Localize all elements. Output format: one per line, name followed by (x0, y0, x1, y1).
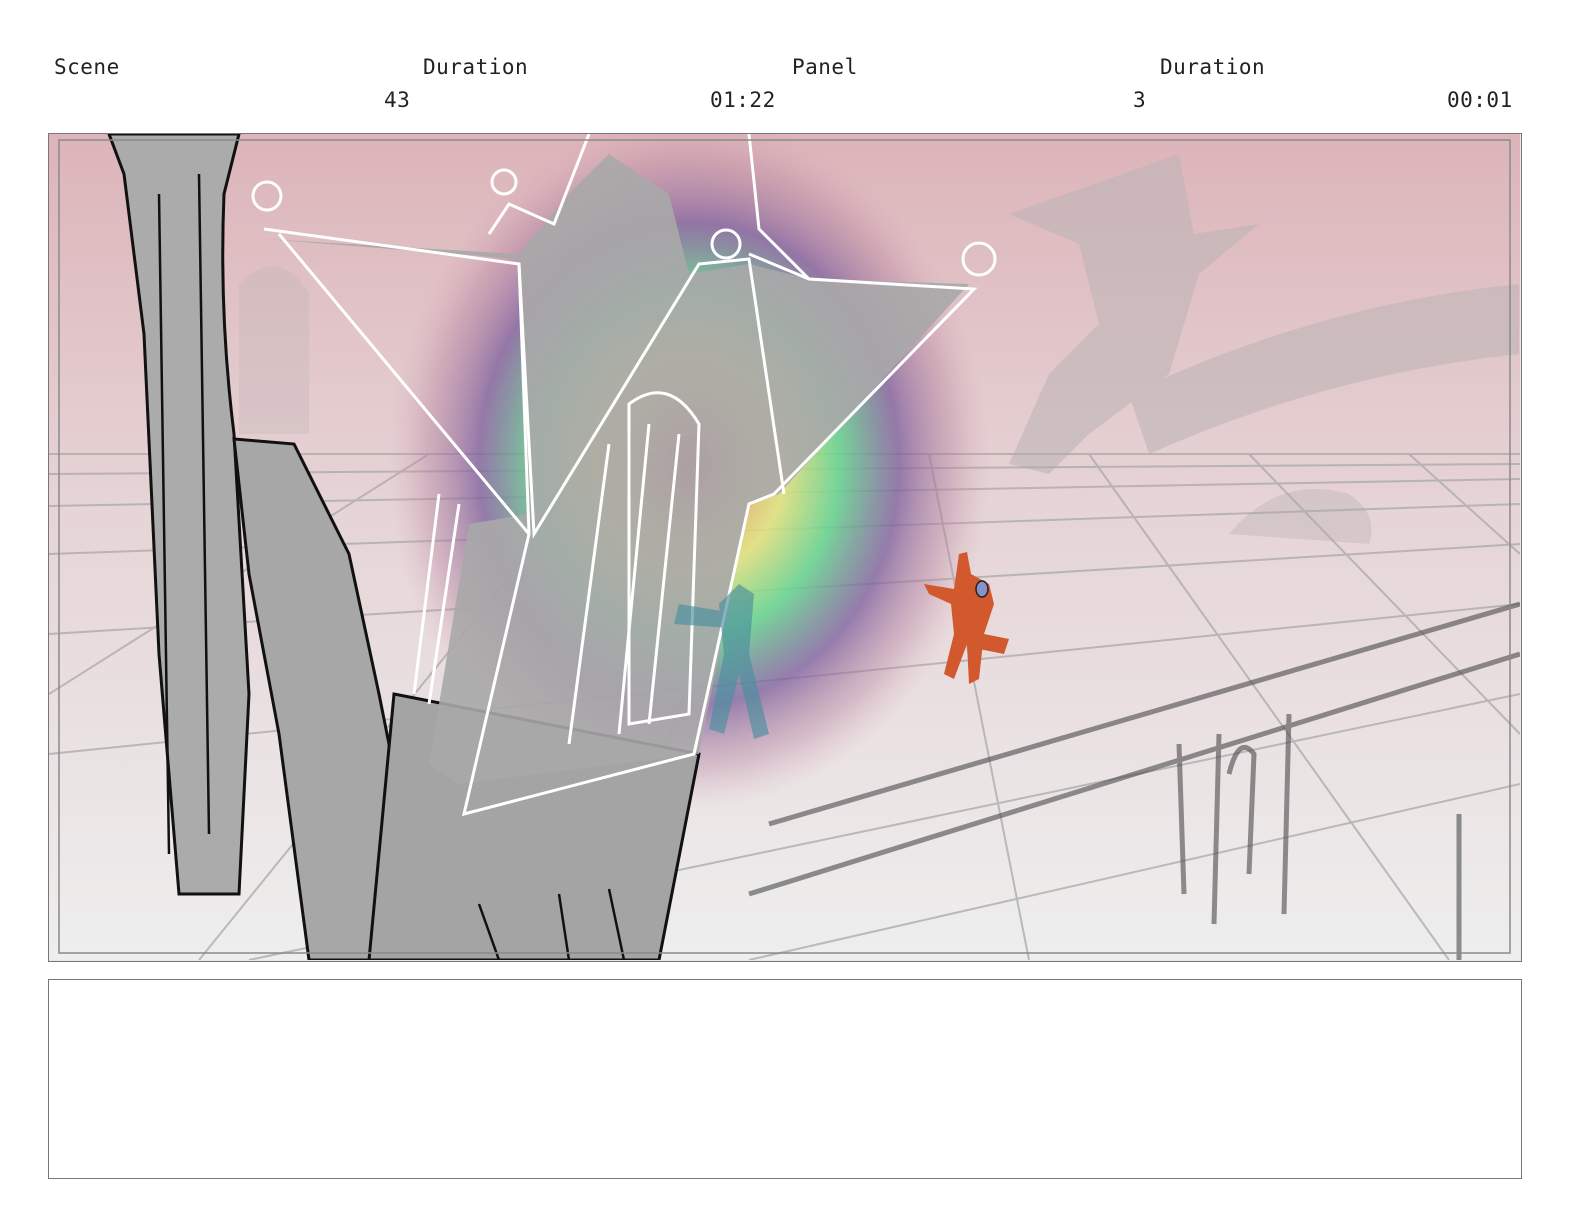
panel-duration-label: Duration (1160, 55, 1266, 79)
panel-number: 3 (1133, 88, 1147, 112)
panel-illustration (49, 134, 1520, 960)
scene-number: 43 (384, 88, 411, 112)
storyboard-panel[interactable] (48, 133, 1522, 962)
panel-duration-value: 00:01 (1447, 88, 1513, 112)
panel-label: Panel (792, 55, 858, 79)
scene-label: Scene (54, 55, 120, 79)
scene-duration-value: 01:22 (710, 88, 776, 112)
panel-notes-box[interactable] (48, 979, 1522, 1179)
scene-duration-label: Duration (423, 55, 529, 79)
